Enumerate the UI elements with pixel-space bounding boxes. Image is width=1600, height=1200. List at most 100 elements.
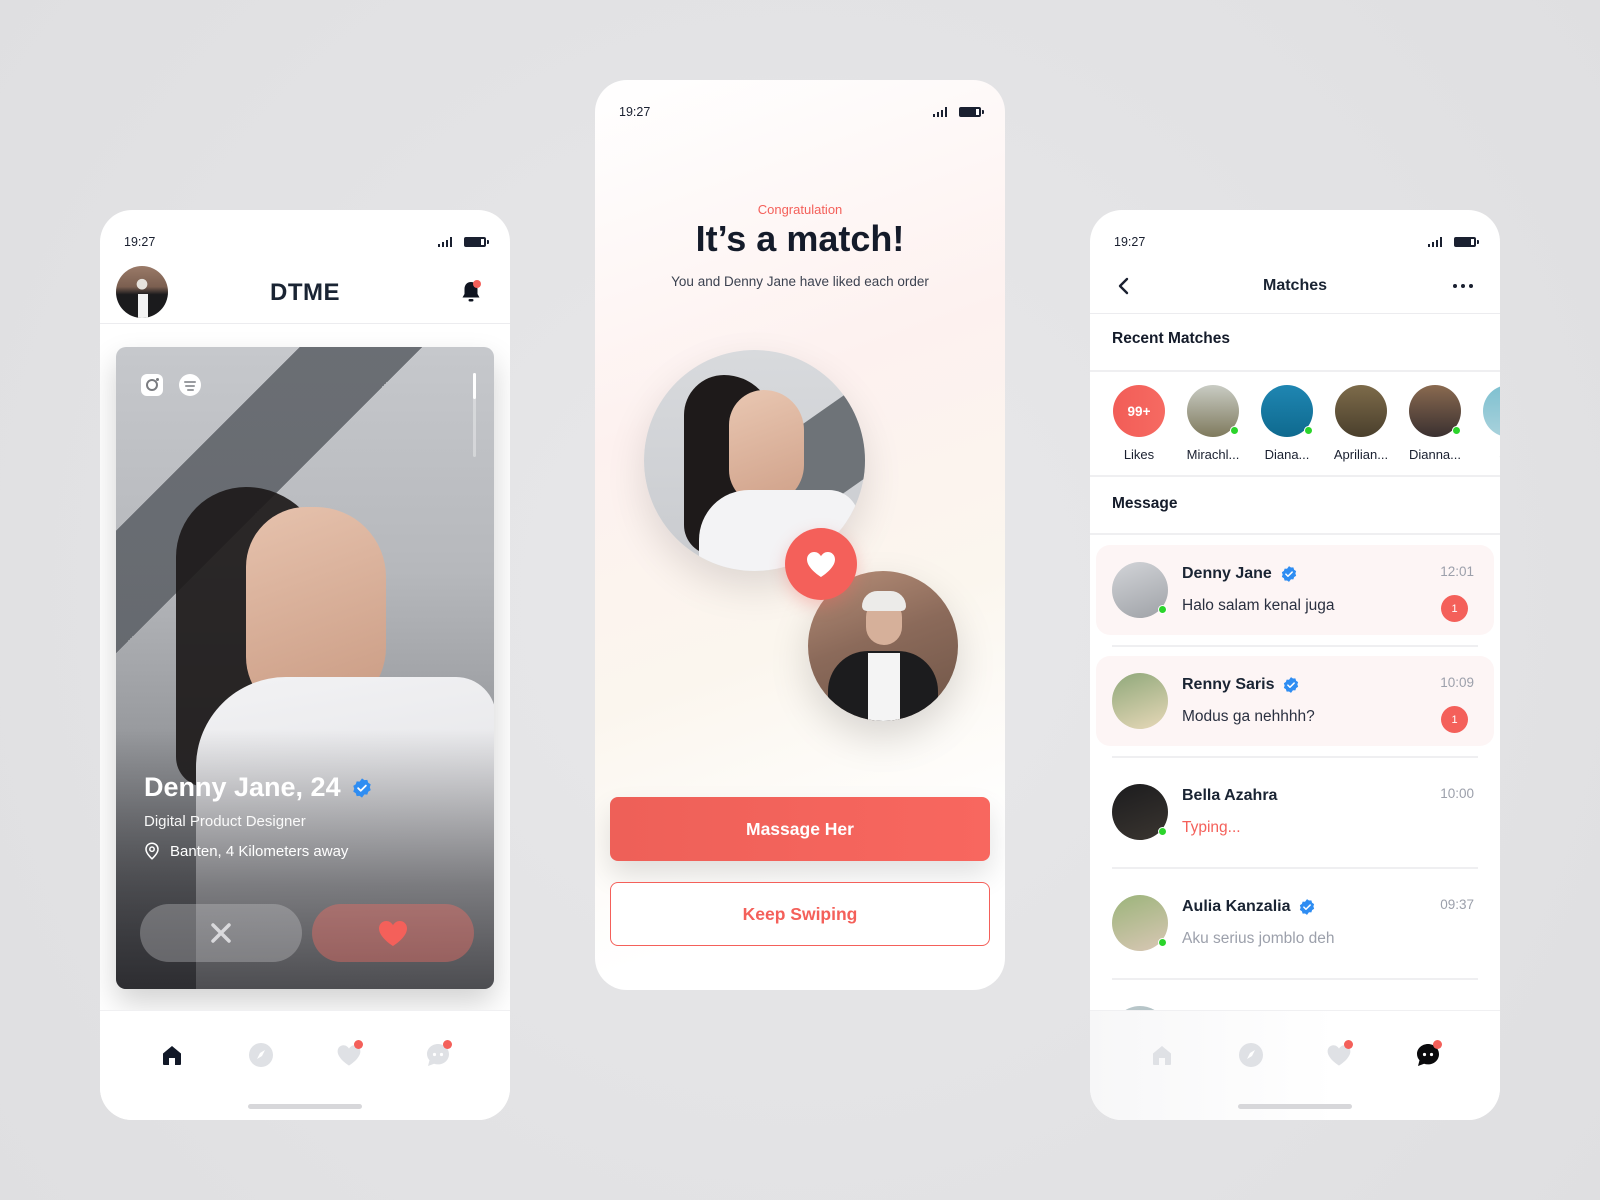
recent-match-item[interactable]: Aprilian... (1334, 385, 1388, 462)
tab-likes[interactable] (325, 1035, 373, 1075)
instagram-icon[interactable] (141, 374, 163, 396)
unread-count-badge: 1 (1441, 595, 1468, 622)
message-time: 12:01 (1440, 564, 1474, 579)
more-options-button[interactable] (1448, 274, 1478, 298)
recent-match-avatar (1187, 385, 1239, 437)
profile-name: Denny Jane, 24 (144, 772, 341, 802)
message-time: 10:09 (1440, 675, 1474, 690)
tab-home[interactable] (148, 1035, 196, 1075)
contact-name: Renny Saris (1182, 676, 1275, 693)
message-section-title: Message (1112, 495, 1178, 512)
match-heart-badge (785, 528, 857, 600)
status-bar: 19:27 (100, 210, 510, 260)
dislike-button[interactable] (140, 904, 302, 962)
recent-match-avatar (1483, 385, 1500, 437)
social-links (141, 374, 201, 396)
recent-match-item[interactable]: Ste (1482, 385, 1500, 462)
recent-matches-title: Recent Matches (1112, 330, 1231, 347)
online-indicator (1230, 426, 1239, 435)
spotify-icon[interactable] (179, 374, 201, 396)
online-indicator (1304, 426, 1313, 435)
page-title: Matches (1262, 276, 1328, 294)
divider (1090, 475, 1500, 477)
compass-icon (1238, 1043, 1263, 1067)
message-row[interactable]: Denny Jane Halo salam kenal juga 12:01 1 (1096, 545, 1494, 635)
recent-match-name: Mirachl... (1186, 447, 1240, 462)
status-time: 19:27 (1114, 235, 1146, 249)
tab-explore[interactable] (1227, 1035, 1275, 1075)
profile-card[interactable]: Denny Jane, 24 Digital Product Designer … (116, 347, 494, 989)
like-button[interactable] (312, 904, 474, 962)
contact-name: Aulia Kanzalia (1182, 898, 1291, 915)
online-indicator (1158, 938, 1167, 947)
tab-likes[interactable] (1315, 1035, 1363, 1075)
bottom-tab-bar (100, 1010, 510, 1120)
battery-icon (464, 237, 489, 247)
user-avatar[interactable] (116, 266, 168, 318)
home-screen: 19:27 DTME Denny Jane, 24 Digital Produc… (100, 210, 510, 1120)
battery-icon (1454, 237, 1479, 247)
matches-header: Matches (1090, 258, 1500, 314)
divider (1112, 867, 1478, 869)
likes-count-badge: 99+ (1113, 385, 1165, 437)
match-screen: 19:27 Congratulation It’s a match! You a… (595, 80, 1005, 990)
home-icon (163, 1046, 182, 1065)
chevron-left-icon (1118, 277, 1129, 295)
message-row[interactable]: Bella Azahra Typing... 10:00 (1096, 767, 1494, 857)
recent-matches-list: 99+ Likes Mirachl... Diana... Aprilian... D… (1112, 385, 1500, 462)
contact-avatar (1112, 673, 1168, 729)
verified-badge-icon (1300, 899, 1315, 915)
home-indicator (1238, 1104, 1352, 1109)
contact-name: Bella Azahra (1182, 787, 1278, 804)
home-icon (1153, 1046, 1172, 1065)
message-preview: Aku serius jomblo deh (1182, 930, 1335, 947)
contact-name: Denny Jane (1182, 565, 1272, 582)
message-row[interactable]: Aulia Kanzalia Aku serius jomblo deh 09:37 (1096, 878, 1494, 968)
online-indicator (1452, 426, 1461, 435)
heart-icon (807, 552, 835, 577)
recent-match-name: Ste (1469, 447, 1500, 462)
recent-match-item[interactable]: Mirachl... (1186, 385, 1240, 462)
status-bar: 19:27 (1090, 210, 1500, 260)
divider (1112, 978, 1478, 980)
recent-match-name: Dianna... (1408, 447, 1462, 462)
battery-icon (959, 107, 984, 117)
notification-bell-icon[interactable] (460, 280, 482, 304)
matches-screen: 19:27 Matches Recent Matches 99+ Likes M… (1090, 210, 1500, 1120)
online-indicator (1158, 605, 1167, 614)
back-button[interactable] (1112, 274, 1136, 298)
tab-messages[interactable] (1404, 1035, 1452, 1075)
message-preview: Typing... (1182, 819, 1241, 836)
message-time: 10:00 (1440, 786, 1474, 801)
recent-match-item[interactable]: Diana... (1260, 385, 1314, 462)
message-preview: Modus ga nehhhh? (1182, 708, 1315, 725)
tab-explore[interactable] (237, 1035, 285, 1075)
tab-messages[interactable] (414, 1035, 462, 1075)
match-eyebrow: Congratulation (757, 202, 843, 217)
message-row[interactable]: Renny Saris Modus ga nehhhh? 10:09 1 (1096, 656, 1494, 746)
divider (1112, 756, 1478, 758)
recent-match-item[interactable]: Dianna... (1408, 385, 1462, 462)
profile-info: Denny Jane, 24 Digital Product Designer … (144, 772, 373, 860)
verified-badge-icon (1284, 677, 1299, 693)
recent-match-avatar (1261, 385, 1313, 437)
close-icon (211, 923, 231, 943)
notification-dot (1432, 1040, 1442, 1049)
notification-dot (442, 1040, 452, 1049)
divider (1112, 645, 1478, 647)
signal-icon (933, 107, 947, 117)
likes-label: Likes (1123, 447, 1155, 462)
message-preview: Halo salam kenal juga (1182, 597, 1335, 614)
message-her-button[interactable]: Massage Her (610, 797, 990, 861)
tab-home[interactable] (1138, 1035, 1186, 1075)
message-time: 09:37 (1440, 897, 1474, 912)
recent-match-avatar (1409, 385, 1461, 437)
profile-location: Banten, 4 Kilometers away (170, 842, 349, 860)
likes-item[interactable]: 99+ Likes (1112, 385, 1166, 462)
status-time: 19:27 (124, 235, 156, 249)
recent-match-avatar (1335, 385, 1387, 437)
status-time: 19:27 (619, 105, 651, 119)
keep-swiping-button[interactable]: Keep Swiping (610, 882, 990, 946)
verified-badge-icon (352, 777, 371, 798)
location-pin-icon (145, 842, 159, 860)
